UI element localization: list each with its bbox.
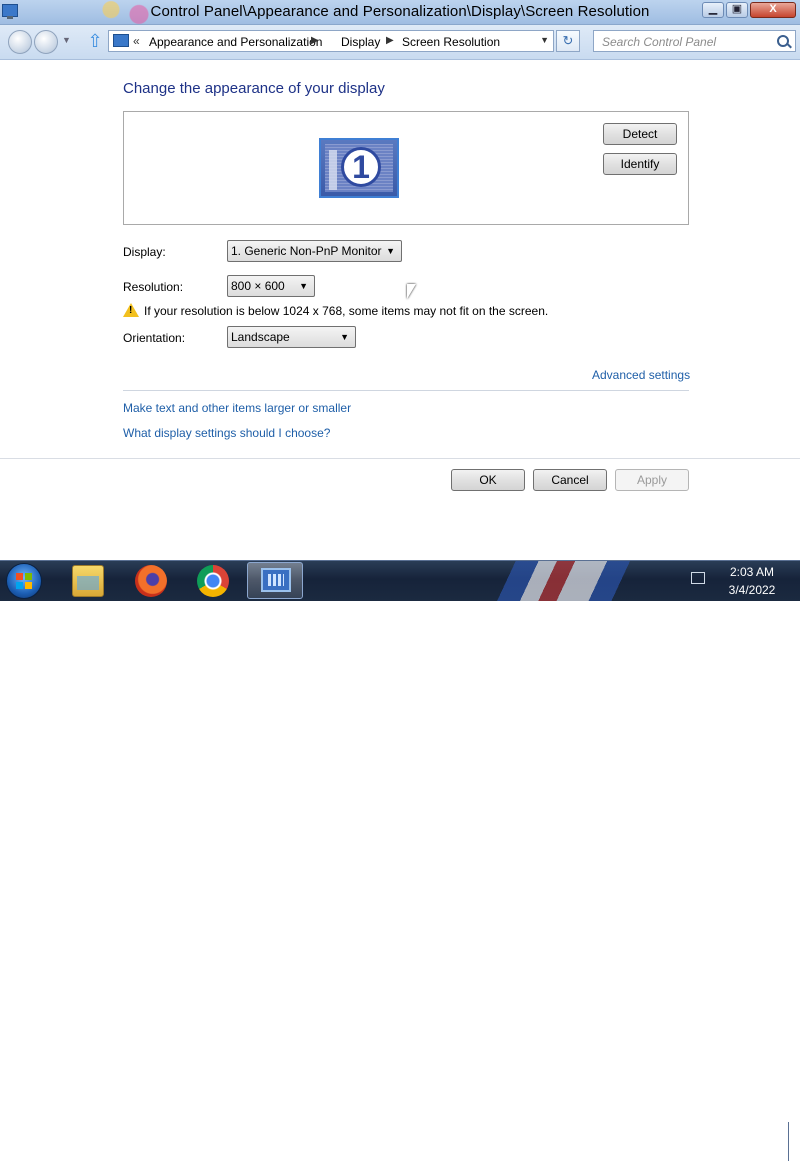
maximize-button[interactable]: ▣ [726,2,748,18]
control-panel-icon [261,568,291,592]
advanced-settings-link[interactable]: Advanced settings [592,368,690,382]
firefox-icon[interactable] [135,565,167,597]
back-button[interactable] [8,30,32,54]
resolution-select[interactable]: 800 × 600 ▼ [227,275,315,297]
search-icon[interactable] [777,35,789,47]
display-help-link[interactable]: What display settings should I choose? [123,426,330,440]
monitor-number: 1 [341,147,381,187]
minimize-button[interactable]: ▁ [702,2,724,18]
resolution-select-value: 800 × 600 [231,279,285,293]
chevron-down-icon: ▼ [299,281,308,291]
title-bar: Control Panel\Appearance and Personaliza… [0,0,800,25]
breadcrumb-separator[interactable]: ▶ [386,35,394,46]
identify-button[interactable]: Identify [603,153,677,175]
breadcrumb-appearance[interactable]: Appearance and Personalization [149,35,322,49]
breadcrumb-separator[interactable]: ▶ [311,35,319,46]
display-label: Display: [123,245,166,259]
display-select-value: 1. Generic Non-PnP Monitor [231,244,382,258]
taskbar-control-panel-button[interactable] [247,562,303,599]
monitor-1-icon[interactable]: 1 [319,138,399,198]
detect-button[interactable]: Detect [603,123,677,145]
breadcrumb-overflow[interactable]: « [133,34,140,48]
clock-date[interactable]: 3/4/2022 [722,583,782,597]
resolution-label: Resolution: [123,280,184,294]
monitor-taskbar-strip [329,150,337,190]
close-button[interactable]: X [750,2,796,18]
mouse-cursor-icon [407,284,416,299]
chrome-icon[interactable] [197,565,229,597]
ok-button[interactable]: OK [451,469,525,491]
divider [123,390,689,391]
breadcrumb-screen-resolution[interactable]: Screen Resolution [402,35,500,49]
search-box[interactable] [593,30,796,52]
window-title: Control Panel\Appearance and Personaliza… [150,3,650,20]
apply-button[interactable]: Apply [615,469,689,491]
up-arrow-icon[interactable]: ⇧ [86,31,104,51]
network-icon[interactable] [691,572,705,584]
page-title: Change the appearance of your display [123,80,385,97]
show-desktop-button[interactable] [788,1122,800,1161]
monitor-screen: 1 [325,144,393,192]
navigation-bar: ▼ ⇧ « Appearance and Personalization ▶ D… [0,25,800,60]
address-bar[interactable]: « Appearance and Personalization ▶ Displ… [108,30,554,52]
orientation-select[interactable]: Landscape ▼ [227,326,356,348]
search-input[interactable] [600,34,774,50]
folder-icon[interactable] [72,565,104,597]
control-panel-icon [113,34,129,47]
chevron-down-icon: ▼ [340,332,349,342]
display-select[interactable]: 1. Generic Non-PnP Monitor ▼ [227,240,402,262]
chevron-down-icon: ▼ [386,246,395,256]
orientation-label: Orientation: [123,331,186,345]
forward-button[interactable] [34,30,58,54]
resolution-warning: If your resolution is below 1024 x 768, … [144,304,549,318]
divider [0,458,800,459]
monitor-preview-panel: 1 Detect Identify [123,111,689,225]
text-size-link[interactable]: Make text and other items larger or smal… [123,401,351,415]
recent-pages-dropdown[interactable]: ▼ [62,35,71,45]
warning-icon [123,303,139,317]
refresh-button[interactable]: ↻ [556,30,580,52]
cancel-button[interactable]: Cancel [533,469,607,491]
taskbar [0,560,800,1161]
breadcrumb-display[interactable]: Display [341,35,380,49]
start-button[interactable] [6,563,42,599]
wallpaper-decoration [470,561,680,601]
clock-time[interactable]: 2:03 AM [722,565,782,579]
address-dropdown-icon[interactable]: ▼ [540,35,549,45]
orientation-select-value: Landscape [231,330,290,344]
